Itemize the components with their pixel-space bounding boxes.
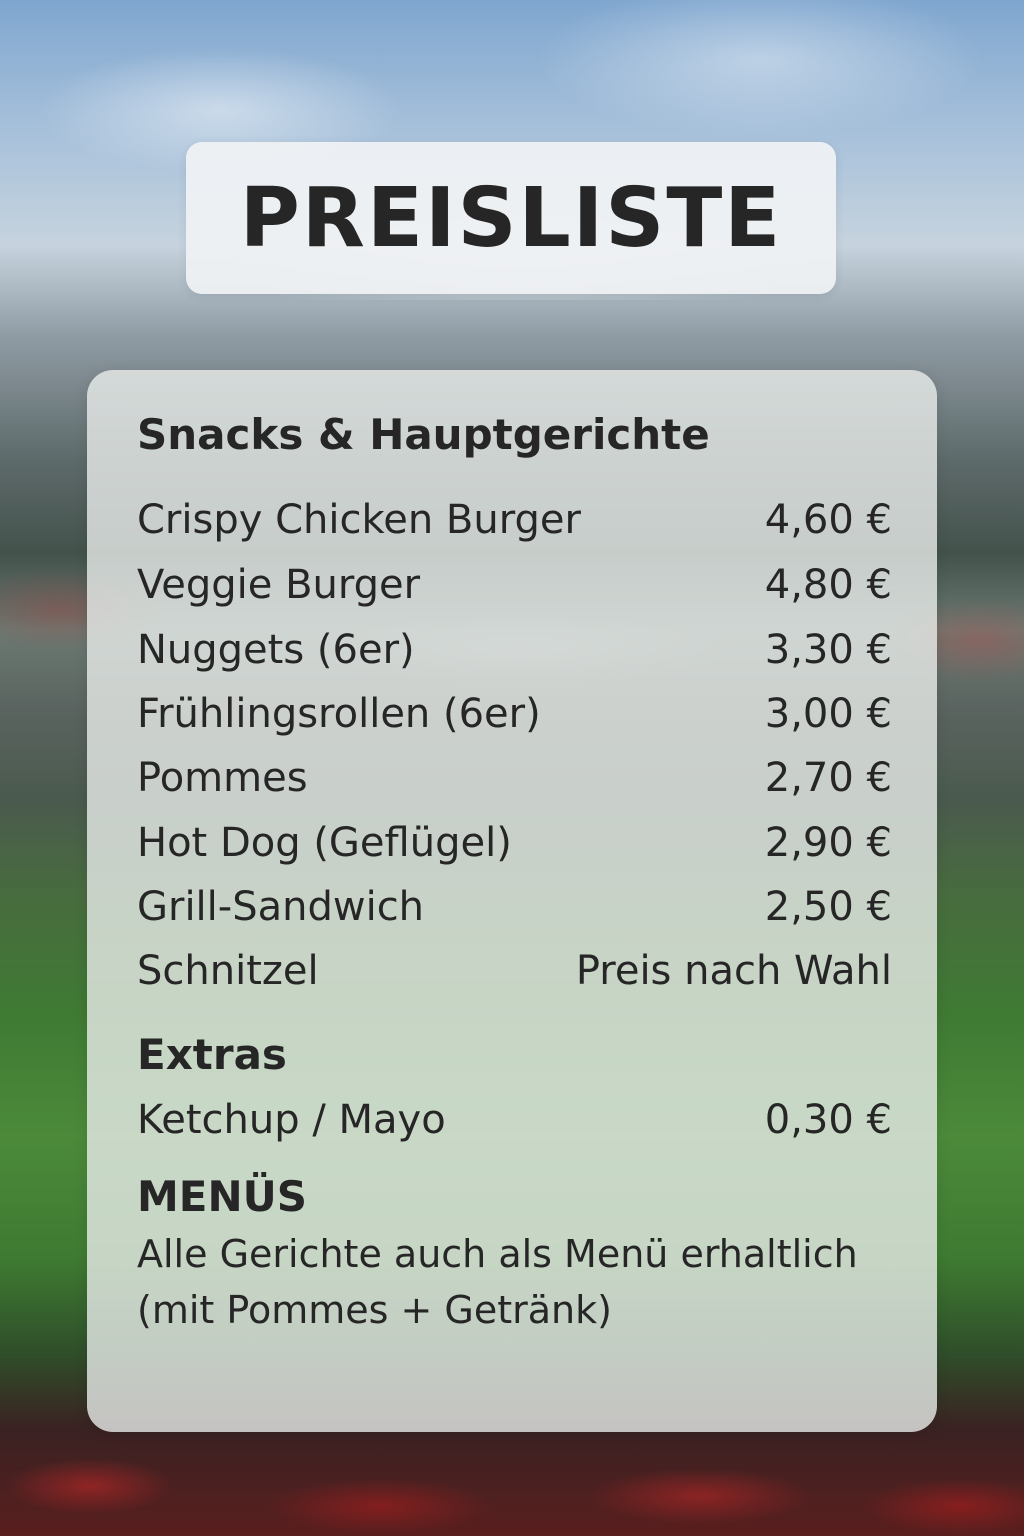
menu-item-row: Hot Dog (Geflügel) 2,90 €	[137, 815, 892, 871]
item-price: 2,90 €	[764, 820, 892, 866]
section-heading-extras: Extras	[137, 1030, 287, 1079]
menu-item-row: Frühlingsrollen (6er) 3,00 €	[137, 686, 892, 742]
menu-item-row: Ketchup / Mayo 0,30 €	[137, 1092, 892, 1148]
menu-item-row: Schnitzel Preis nach Wahl	[137, 943, 892, 999]
item-name: Crispy Chicken Burger	[137, 497, 581, 543]
item-price: 4,80 €	[764, 562, 892, 608]
item-price: 3,30 €	[764, 627, 892, 673]
item-name: Veggie Burger	[137, 562, 421, 608]
item-price: Preis nach Wahl	[575, 948, 892, 994]
item-name: Frühlingsrollen (6er)	[137, 691, 541, 737]
item-price: 4,60 €	[764, 497, 892, 543]
menus-note-line-1: Alle Gerichte auch als Menü erhaltlich	[137, 1232, 858, 1276]
item-price: 3,00 €	[764, 691, 892, 737]
menu-item-row: Crispy Chicken Burger 4,60 €	[137, 492, 892, 548]
page-title: PREISLISTE	[239, 170, 783, 266]
menus-note-line-2: (mit Pommes + Getränk)	[137, 1288, 612, 1332]
item-price: 2,50 €	[764, 884, 892, 930]
item-price: 0,30 €	[764, 1097, 892, 1143]
menu-item-row: Pommes 2,70 €	[137, 750, 892, 806]
section-heading-menus: MENÜS	[137, 1172, 307, 1221]
menu-item-row: Nuggets (6er) 3,30 €	[137, 622, 892, 678]
menu-item-row: Veggie Burger 4,80 €	[137, 557, 892, 613]
title-banner: PREISLISTE	[186, 142, 836, 294]
item-name: Pommes	[137, 755, 308, 801]
item-name: Grill-Sandwich	[137, 884, 425, 930]
item-name: Ketchup / Mayo	[137, 1097, 446, 1143]
menu-item-row: Grill-Sandwich 2,50 €	[137, 879, 892, 935]
item-name: Hot Dog (Geflügel)	[137, 820, 512, 866]
item-name: Nuggets (6er)	[137, 627, 415, 673]
price-list-card: Snacks & Hauptgerichte Crispy Chicken Bu…	[87, 370, 937, 1432]
item-price: 2,70 €	[764, 755, 892, 801]
item-name: Schnitzel	[137, 948, 319, 994]
section-heading-snacks: Snacks & Hauptgerichte	[137, 410, 710, 459]
